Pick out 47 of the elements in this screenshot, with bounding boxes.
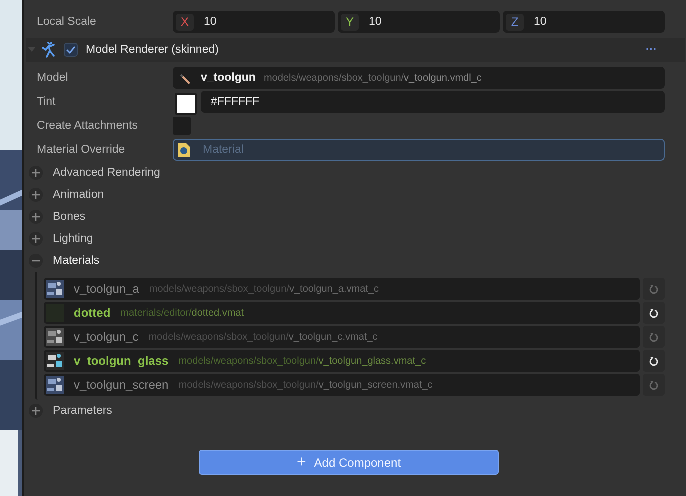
component-title: Model Renderer (skinned) — [86, 44, 220, 56]
reset-icon — [649, 380, 659, 390]
color-field[interactable]: #FFFFFF — [201, 91, 665, 113]
number-field[interactable]: Y 10 — [338, 11, 500, 33]
property-label: Local Scale — [37, 16, 98, 28]
reset-button[interactable] — [643, 350, 665, 372]
more-button[interactable]: ··· — [646, 44, 657, 56]
expand-toggle[interactable] — [29, 404, 43, 418]
enable-checkbox[interactable] — [64, 43, 78, 57]
axis-label: X — [176, 14, 194, 30]
component-header[interactable]: Model Renderer (skinned) ··· — [26, 38, 685, 62]
expand-toggle[interactable] — [29, 166, 43, 180]
caret-icon — [28, 47, 36, 53]
plus-icon — [31, 234, 41, 244]
plus-icon — [31, 212, 41, 222]
material-file-icon — [177, 142, 191, 158]
section-header[interactable]: Animation — [29, 184, 665, 206]
section-header[interactable]: Bones — [29, 206, 665, 228]
reset-icon — [649, 308, 659, 318]
property-label: Create Attachments — [37, 120, 139, 132]
property-label: Model — [37, 72, 70, 84]
section-header[interactable]: Advanced Rendering — [29, 162, 665, 184]
expand-toggle[interactable] — [29, 210, 43, 224]
expand-toggle[interactable] — [29, 232, 43, 246]
reset-button[interactable] — [643, 302, 665, 324]
plus-icon — [31, 168, 41, 178]
reset-icon — [649, 284, 659, 294]
number-field[interactable]: Z 10 — [503, 11, 665, 33]
material-slot[interactable]: v_toolgun_glass models/weapons/sbox_toolgun/v_toolgun_glass.vmat_c — [44, 350, 640, 372]
number-field[interactable]: X 10 — [173, 11, 335, 33]
color-swatch[interactable] — [175, 93, 197, 115]
section-header[interactable]: Materials — [29, 250, 665, 272]
section-header[interactable]: Lighting — [29, 228, 665, 250]
axis-label: Y — [341, 14, 359, 30]
plus-icon — [31, 406, 41, 416]
axis-label: Z — [506, 14, 524, 30]
figure-icon — [42, 42, 56, 58]
plus-icon — [31, 190, 41, 200]
expand-toggle[interactable] — [29, 254, 43, 268]
model-field[interactable]: v_toolgun models/weapons/sbox_toolgun/v_toolgun.vmdl_c — [173, 67, 665, 89]
property-label: Material Override — [37, 144, 126, 156]
expand-toggle[interactable] — [29, 188, 43, 202]
section-header[interactable]: Parameters — [29, 400, 665, 422]
reset-icon — [649, 332, 659, 342]
property-label: Tint — [37, 96, 57, 108]
reset-icon — [649, 356, 659, 366]
material-slot[interactable]: dotted materials/editor/dotted.vmat — [44, 302, 640, 324]
